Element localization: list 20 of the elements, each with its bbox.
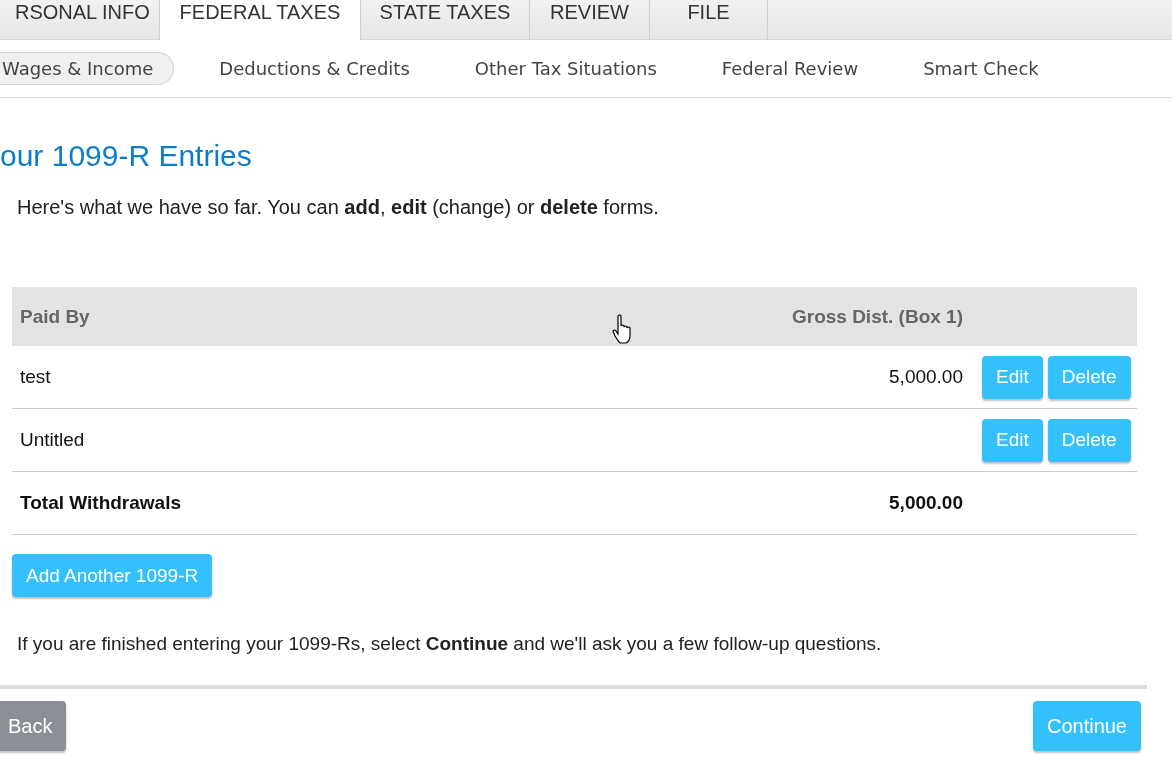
total-label: Total Withdrawals <box>19 492 182 514</box>
table-cell: 5,000.00 <box>889 366 963 387</box>
total-amount: 5,000.00 <box>889 492 963 513</box>
nav-tab[interactable]: FILE <box>650 0 768 40</box>
nav-tab[interactable]: FEDERAL TAXES <box>160 0 361 40</box>
page-heading: our 1099-R Entries <box>0 138 253 174</box>
nav-tab[interactable]: STATE TAXES <box>361 0 530 40</box>
nav-tab[interactable]: REVIEW <box>530 0 650 40</box>
intro-text: Here's what we have so far. You can add, edit (change) or delete forms. <box>17 196 660 219</box>
hand-cursor-icon <box>612 314 632 344</box>
table-cell-text: Untitled <box>19 429 86 451</box>
subnav-item[interactable]: Smart Check <box>902 52 1060 85</box>
subnav-item[interactable]: Wages & Income <box>0 52 175 85</box>
subnav-item[interactable]: Federal Review <box>700 52 880 85</box>
table-cell-text: test <box>19 366 52 388</box>
subnav-item[interactable]: Other Tax Situations <box>453 52 678 85</box>
column-header: Gross Dist. (Box 1) <box>790 305 963 328</box>
instruction-text: If you are finished entering your 1099-Rs, select Continue and we'll ask you a few follow-up questions. <box>17 633 883 655</box>
column-header: Paid By <box>19 305 91 328</box>
subnav-item[interactable]: Deductions & Credits <box>198 52 431 85</box>
